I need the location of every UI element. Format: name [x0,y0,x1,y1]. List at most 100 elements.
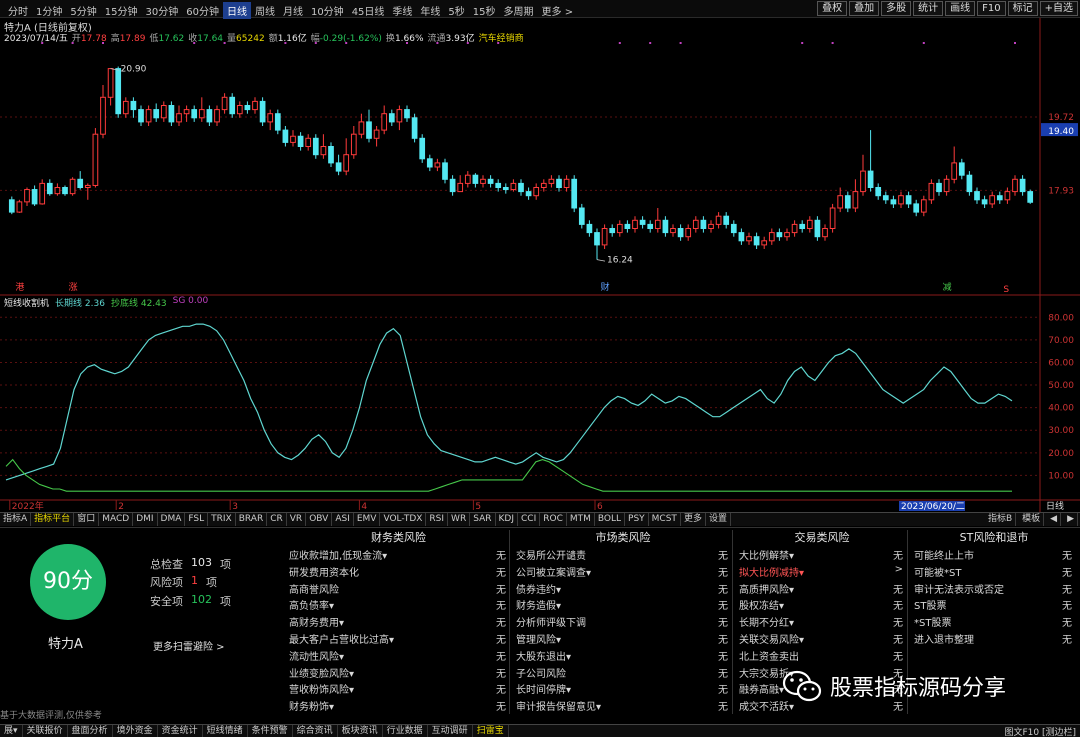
risk-item[interactable]: 分析师评级下调 无 [512,614,734,631]
indicator-tab-26[interactable]: 设置 [706,513,731,526]
more-scan-link[interactable]: 更多扫雷避险 > [153,638,225,653]
indicator-tab-18[interactable]: KDJ [496,513,518,526]
risk-item[interactable]: 股权冻结▾ 无 [735,597,909,614]
risk-item[interactable]: 可能被*ST 无 [910,564,1078,581]
risk-item[interactable]: 可能终止上市 无 [910,547,1078,564]
risk-item[interactable]: 公司被立案调查▾ 无 [512,564,734,581]
risk-item[interactable]: 子公司风险 无 [512,665,734,682]
risk-item-label: 风险项 [150,576,183,589]
status-tab-0[interactable]: 展▾ [0,725,23,737]
risk-item[interactable]: 研发费用资本化 无 [285,564,512,581]
risk-item-label: 高财务费用▾ [289,618,345,630]
risk-item[interactable]: 长期不分红▾ 无 [735,614,909,631]
indicator-tab-5[interactable]: DMA [158,513,186,526]
risk-item[interactable]: 高财务费用▾ 无 [285,614,512,631]
tabs-right-0[interactable]: 指标B [985,513,1017,526]
price-and-indicator-chart[interactable]: 20.9016.24港涨财减 S 80.0070.0060.0050.0040.0… [0,0,1080,512]
candle-body [183,109,190,115]
indicator-tab-0[interactable]: 指标A [0,513,32,526]
status-tab-10[interactable]: 互动调研 [428,725,473,737]
risk-item[interactable]: 财务粉饰▾ 无 [285,698,512,715]
status-tab-7[interactable]: 综合资讯 [293,725,338,737]
risk-item[interactable]: 营收粉饰风险▾ 无 [285,681,512,698]
status-tab-9[interactable]: 行业数据 [383,725,428,737]
risk-item-value: 无 [496,551,506,562]
risk-item[interactable]: 审计报告保留意见▾ 无 [512,698,734,715]
indicator-tab-23[interactable]: PSY [625,513,649,526]
marker-jian: 减 [943,281,952,293]
indicator-tab-13[interactable]: EMV [354,513,381,526]
indicator-tab-19[interactable]: CCI [518,513,541,526]
status-tab-6[interactable]: 条件预警 [248,725,293,737]
indicator-tab-4[interactable]: DMI [133,513,158,526]
candle-body [989,195,996,205]
indicator-tab-7[interactable]: TRIX [208,513,236,526]
risk-item[interactable]: 流动性风险▾ 无 [285,648,512,665]
risk-item-value: 无 [893,618,903,630]
risk-item[interactable]: 最大客户占营收比过高▾ 无 [285,631,512,648]
indicator-tab-24[interactable]: MCST [649,513,681,526]
risk-item[interactable]: 北上资金卖出 无 [735,648,909,665]
risk-item[interactable]: 财务造假▾ 无 [512,597,734,614]
indicator-tab-10[interactable]: VR [287,513,307,526]
tabs-right-2[interactable]: ◀ [1047,513,1062,526]
risk-item[interactable]: 高商誉风险 无 [285,581,512,598]
indicator-tab-6[interactable]: FSL [185,513,209,526]
risk-item[interactable]: 交易所公开谴责 无 [512,547,734,564]
risk-item[interactable]: 进入退市整理 无 [910,631,1078,648]
status-tab-2[interactable]: 盘面分析 [68,725,113,737]
indicator-tab-8[interactable]: BRAR [236,513,268,526]
indicator-tab-3[interactable]: MACD [99,513,134,526]
tabs-right-3[interactable]: ▶ [1064,513,1078,526]
candle-body [654,219,661,230]
candle-body [480,178,486,184]
indicator-tab-14[interactable]: VOL-TDX [380,513,427,526]
indicator-tab-22[interactable]: BOLL [595,513,626,526]
risk-item[interactable]: 关联交易风险▾ 无 [735,631,909,648]
indicator-tab-2[interactable]: 窗口 [74,513,100,526]
risk-item[interactable]: 应收款增加,低现金流▾ 无 [285,547,512,564]
indicator-tab-11[interactable]: OBV [306,513,333,526]
tabs-right-1[interactable]: 模板 [1019,513,1045,526]
risk-item[interactable]: 长时间停牌▾ 无 [512,681,734,698]
candle-body [670,228,676,234]
status-tab-3[interactable]: 境外资金 [113,725,158,737]
risk-item-label: 子公司风险 [516,668,566,680]
risk-item[interactable]: ST股票 无 [910,597,1078,614]
indicator-tab-21[interactable]: MTM [567,513,595,526]
risk-item[interactable]: 高质押风险▾ 无 [735,581,909,598]
status-tab-5[interactable]: 短线情绪 [203,725,248,737]
risk-item[interactable]: 业绩变脸风险▾ 无 [285,665,512,682]
risk-item[interactable]: 大比例解禁▾ 无 [735,547,909,564]
indicator-tab-16[interactable]: WR [448,513,471,526]
signal-marker [679,42,682,44]
candle-body [791,223,798,234]
status-tab-4[interactable]: 资金统计 [158,725,203,737]
risk-item[interactable]: 管理风险▾ 无 [512,631,734,648]
candle-body [822,228,828,238]
indicator-tab-17[interactable]: SAR [470,513,496,526]
status-tab-1[interactable]: 关联报价 [23,725,68,737]
indicator-tab-25[interactable]: 更多 [681,513,706,526]
risk-item[interactable]: 高负债率▾ 无 [285,597,512,614]
candle-body [594,232,600,246]
risk-item[interactable]: 审计无法表示或否定 无 [910,581,1078,598]
risk-item[interactable]: *ST股票 无 [910,614,1078,631]
status-tab-11[interactable]: 扫雷宝 [473,725,509,737]
indicator-tab-12[interactable]: ASI [332,513,354,526]
indicator-tab-1[interactable]: 指标平台 [31,513,75,526]
risk-item[interactable]: 拟大比例减持▾ > [735,564,909,581]
indicator-tab-15[interactable]: RSI [426,513,449,526]
candle-body [464,174,471,184]
status-right-text[interactable]: 图文F10 [测边栏] [1004,725,1076,737]
candle-body [578,207,585,225]
risk-item[interactable]: 大股东退出▾ 无 [512,648,734,665]
risk-item-label: 审计无法表示或否定 [914,584,1004,596]
indicator-tab-20[interactable]: ROC [540,513,567,526]
indicator-tab-9[interactable]: CR [267,513,287,526]
signal-marker [649,42,652,44]
signal-marker [466,42,469,44]
status-tab-8[interactable]: 板块资讯 [338,725,383,737]
signal-marker [193,42,196,44]
risk-item[interactable]: 债券违约▾ 无 [512,581,734,598]
